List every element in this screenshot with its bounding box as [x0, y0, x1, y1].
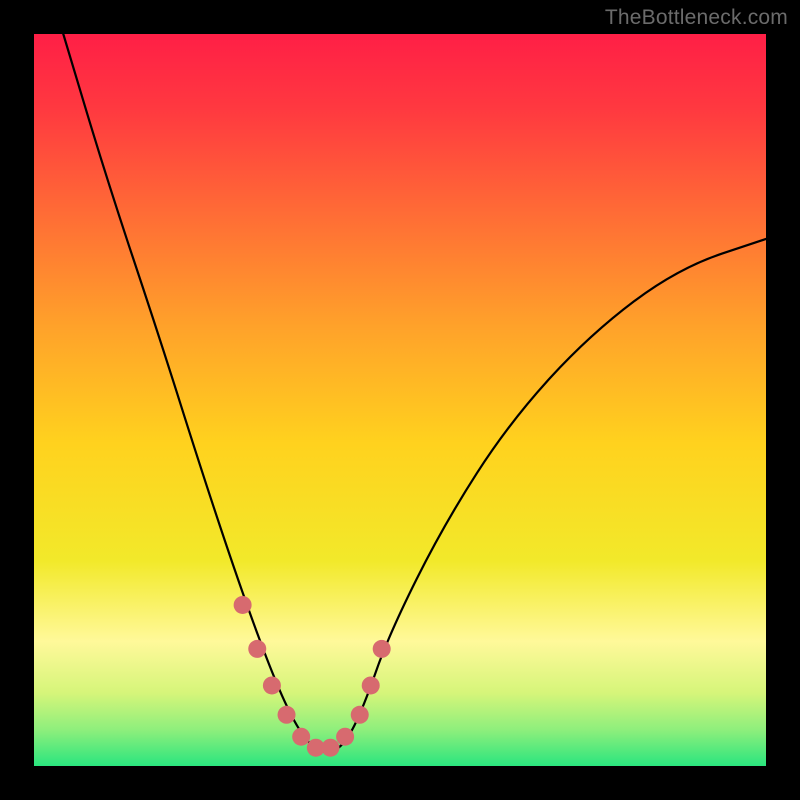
marker-dot	[248, 640, 266, 658]
marker-dot	[263, 676, 281, 694]
marker-dot	[321, 739, 339, 757]
marker-dot	[373, 640, 391, 658]
watermark-text: TheBottleneck.com	[605, 6, 788, 30]
gradient-background	[34, 34, 766, 766]
marker-dot	[234, 596, 252, 614]
chart-container: TheBottleneck.com	[0, 0, 800, 800]
marker-dot	[278, 706, 296, 724]
marker-dot	[362, 676, 380, 694]
plot-area	[34, 34, 766, 766]
marker-dot	[336, 728, 354, 746]
marker-dot	[292, 728, 310, 746]
marker-dot	[351, 706, 369, 724]
bottleneck-chart	[0, 0, 800, 800]
